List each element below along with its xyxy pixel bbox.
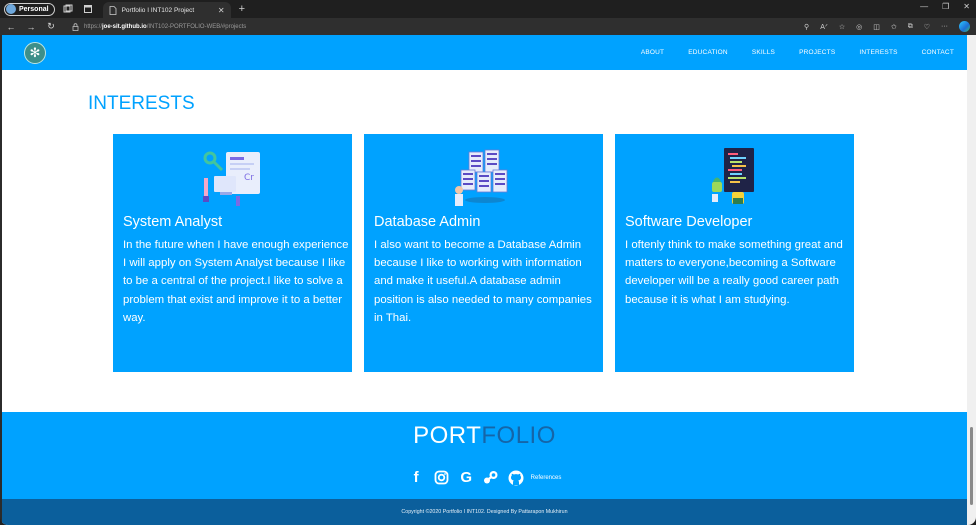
browser-window: Personal Portfolio I INT102 Project ✕ + …	[0, 0, 976, 525]
footer-brand: PORTFOLIO	[2, 422, 967, 450]
collections-icon[interactable]: ⧉	[908, 23, 913, 31]
analyst-illustration: Cr	[123, 134, 352, 214]
profile-button[interactable]: Personal	[4, 2, 55, 16]
nav-about[interactable]: ABOUT	[641, 49, 664, 56]
split-screen-icon[interactable]: ◫	[873, 23, 880, 31]
window-controls: — ❐ ✕	[920, 2, 970, 11]
facebook-icon[interactable]: f	[408, 469, 425, 486]
nav-projects[interactable]: PROJECTS	[799, 49, 835, 56]
avatar	[6, 4, 16, 14]
steam-icon[interactable]	[483, 469, 500, 486]
profile-label: Personal	[19, 5, 49, 13]
refresh-icon[interactable]: ↻	[46, 21, 56, 32]
forward-icon[interactable]: →	[26, 22, 36, 32]
more-icon[interactable]: ···	[941, 23, 948, 30]
copyright-bar: Copyright ©2020 Portfolio I INT102. Desi…	[2, 499, 967, 525]
heart-icon[interactable]: ♡	[924, 23, 930, 31]
nav-contact[interactable]: CONTACT	[922, 49, 954, 56]
card-text: I oftenly think to make something great …	[625, 239, 843, 306]
card-title: Software Developer	[625, 214, 753, 230]
instagram-icon[interactable]	[433, 469, 450, 486]
brand-part-port: PORT	[413, 422, 482, 449]
card-software-developer: Software Developer I oftenly think to ma…	[615, 134, 854, 372]
developer-illustration	[625, 134, 854, 214]
card-database-admin: Database Admin I also want to become a D…	[364, 134, 603, 372]
tab-strip: Personal Portfolio I INT102 Project ✕ + …	[0, 0, 976, 18]
back-icon[interactable]: ←	[6, 22, 16, 32]
url-prefix: https://	[84, 23, 103, 30]
minimize-icon[interactable]: —	[920, 2, 928, 11]
card-title: Database Admin	[374, 214, 481, 230]
new-tab-icon[interactable]: +	[239, 3, 245, 15]
nav-links: ABOUT EDUCATION SKILLS PROJECTS INTEREST…	[617, 35, 954, 70]
card-title: System Analyst	[123, 214, 223, 230]
close-window-icon[interactable]: ✕	[963, 2, 970, 11]
card-text: I also want to become a Database Admin b…	[374, 239, 592, 324]
nav-education[interactable]: EDUCATION	[688, 49, 728, 56]
references-link[interactable]: References	[531, 475, 562, 481]
site-logo[interactable]: ✻	[24, 41, 46, 64]
brand-part-folio: FOLIO	[481, 422, 556, 449]
page-scrollbar[interactable]	[967, 35, 976, 525]
nav-interests[interactable]: INTERESTS	[859, 49, 897, 56]
read-aloud-icon[interactable]: Aᐟ	[820, 23, 828, 31]
copilot-icon[interactable]	[959, 21, 970, 32]
toolbar-actions: ⚲ Aᐟ ☆ ◎ ◫ ✩ ⧉ ♡ ···	[804, 21, 970, 32]
site-navbar: ✻ ABOUT EDUCATION SKILLS PROJECTS INTERE…	[2, 35, 967, 70]
favorite-star-icon[interactable]: ☆	[839, 23, 845, 31]
page-icon	[109, 5, 116, 15]
site-footer: PORTFOLIO f G References	[2, 412, 967, 499]
address-toolbar: ← → ↻ https://joe-sit.github.io/INT102-P…	[0, 18, 976, 35]
favorites-icon[interactable]: ✩	[891, 23, 897, 31]
lock-icon	[72, 22, 79, 31]
card-text: In the future when I have enough experie…	[123, 239, 349, 324]
extension-icon[interactable]: ◎	[856, 23, 862, 31]
github-icon[interactable]	[508, 469, 525, 486]
database-illustration	[374, 134, 603, 214]
zoom-icon[interactable]: ⚲	[804, 23, 809, 31]
tab-close-icon[interactable]: ✕	[218, 6, 225, 15]
url-path: /INT102-PORTFOLIO-WEB/#projects	[146, 23, 247, 30]
scrollbar-thumb[interactable]	[970, 427, 973, 505]
svg-text:Cr: Cr	[244, 173, 254, 183]
section-title: INTERESTS	[88, 93, 195, 114]
nav-skills[interactable]: SKILLS	[752, 49, 775, 56]
workspaces-icon[interactable]	[61, 2, 75, 16]
tab-actions-icon[interactable]	[81, 2, 95, 16]
interest-cards: Cr System Analyst In the future when I h…	[113, 134, 854, 372]
social-links: f G References	[2, 469, 967, 486]
active-tab[interactable]: Portfolio I INT102 Project ✕	[102, 2, 231, 18]
url-host: joe-sit.github.io	[102, 23, 147, 30]
card-system-analyst: Cr System Analyst In the future when I h…	[113, 134, 352, 372]
restore-icon[interactable]: ❐	[942, 2, 949, 11]
google-icon[interactable]: G	[458, 469, 475, 486]
tab-title: Portfolio I INT102 Project	[121, 6, 195, 14]
address-bar[interactable]: https://joe-sit.github.io/INT102-PORTFOL…	[72, 22, 247, 31]
page-viewport: ✻ ABOUT EDUCATION SKILLS PROJECTS INTERE…	[2, 35, 967, 525]
